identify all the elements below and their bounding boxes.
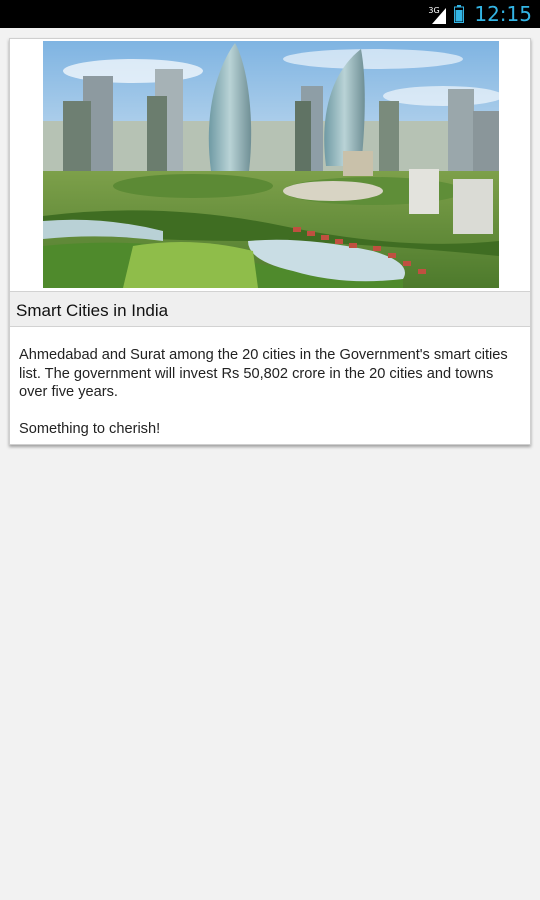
article-card[interactable]: Smart Cities in India Ahmedabad and Sura…: [9, 38, 531, 445]
article-paragraph: Ahmedabad and Surat among the 20 cities …: [19, 347, 508, 400]
article-title-bar: Smart Cities in India: [10, 291, 530, 327]
article-body: Ahmedabad and Surat among the 20 cities …: [19, 346, 519, 439]
battery-icon: [454, 5, 465, 23]
status-icons: 3G 12:15: [428, 0, 532, 28]
status-bar: 3G 12:15: [0, 0, 540, 28]
status-time: 12:15: [474, 2, 532, 26]
article-title: Smart Cities in India: [16, 301, 169, 320]
article-paragraph: Something to cherish!: [19, 421, 161, 437]
article-image-container: [10, 39, 530, 291]
signal-icon: 3G: [428, 4, 448, 24]
smart-city-skyline-image: [43, 41, 499, 288]
